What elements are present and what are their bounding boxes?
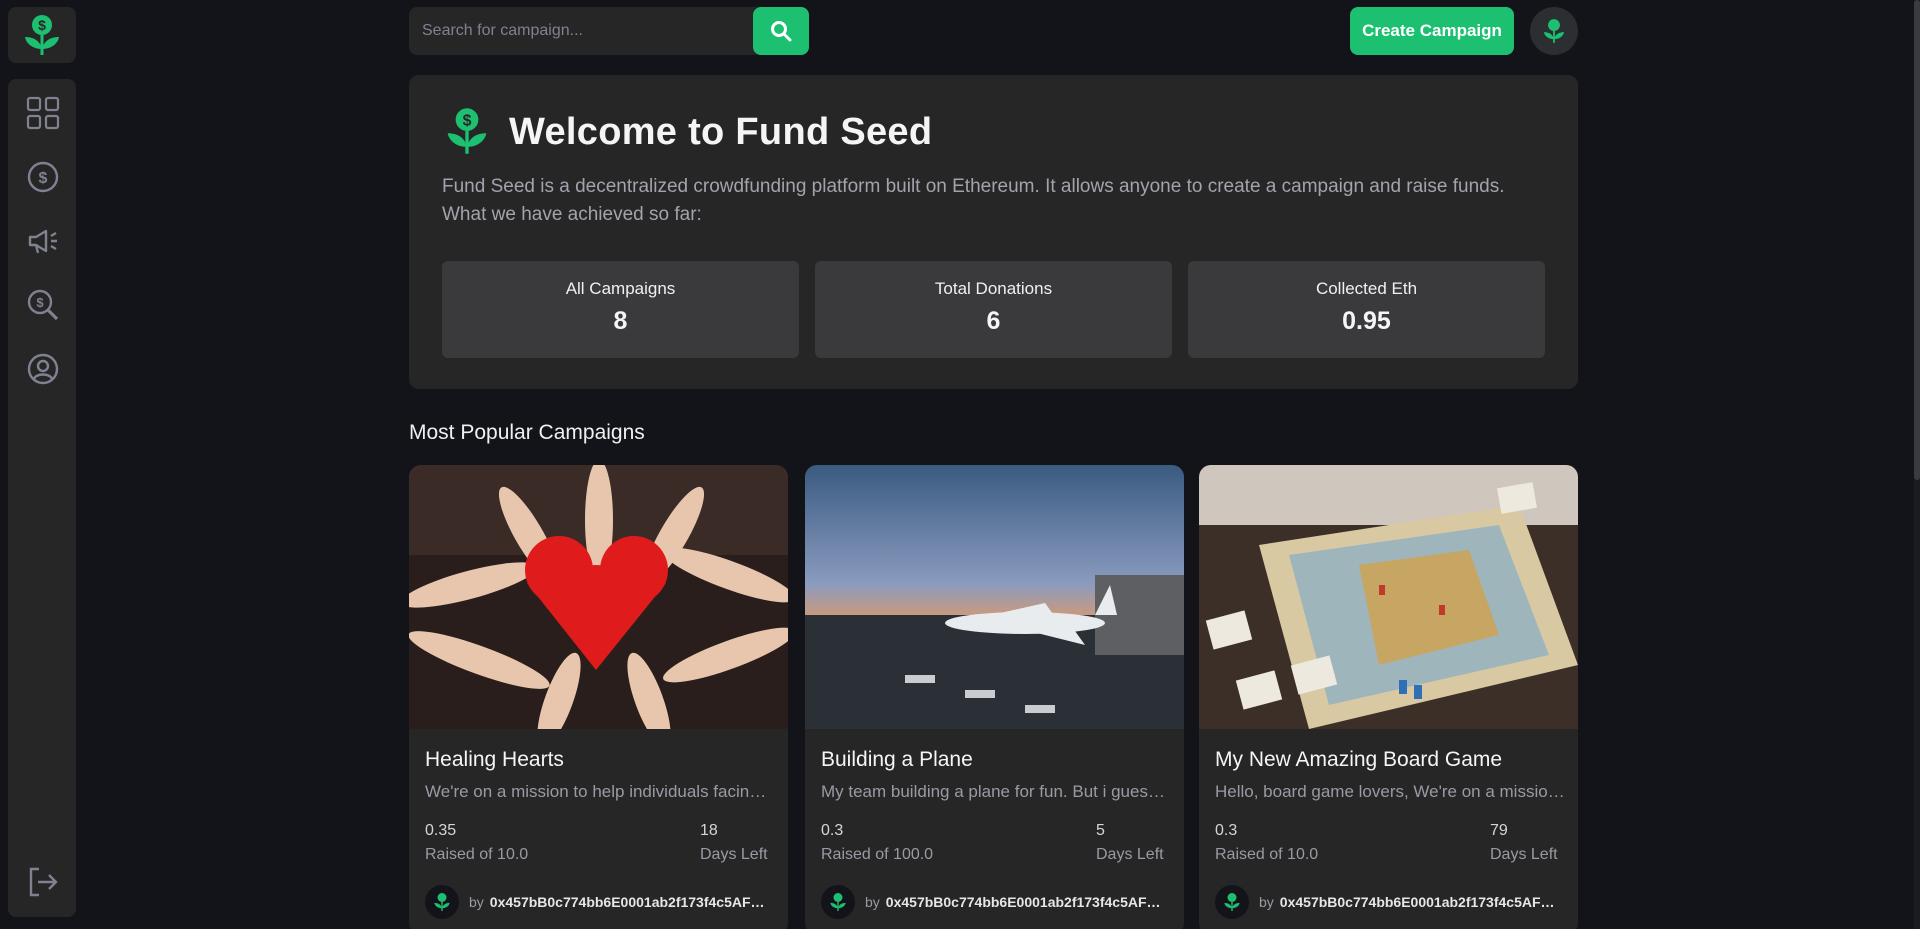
amount-raised: 0.35 <box>425 822 457 839</box>
search-input[interactable] <box>409 7 753 55</box>
search-bar <box>409 7 809 55</box>
owner-by-label: by <box>1259 894 1274 910</box>
campaign-image <box>1199 465 1578 729</box>
stat-value: 6 <box>986 307 1001 335</box>
seedling-dollar-icon <box>434 893 450 911</box>
campaign-image <box>805 465 1184 729</box>
campaign-title: Building a Plane <box>821 748 973 771</box>
search-button[interactable] <box>753 7 809 55</box>
dollar-circle-icon[interactable]: $ <box>26 160 60 194</box>
owner-address: 0x457bB0c774bb6E0001ab2f173f4c5AF5... <box>489 894 770 910</box>
search-dollar-icon[interactable]: $ <box>26 288 60 322</box>
owner-by-label: by <box>469 894 484 910</box>
svg-text:$: $ <box>39 170 48 187</box>
megaphone-icon[interactable] <box>26 224 60 258</box>
seedling-dollar-icon <box>1224 893 1240 911</box>
svg-text:$: $ <box>463 112 472 129</box>
campaign-card[interactable]: My New Amazing Board Game Hello, board g… <box>1199 465 1578 929</box>
sidebar: $ $ <box>8 79 76 917</box>
stat-value: 0.95 <box>1342 307 1391 335</box>
stat-all-campaigns: All Campaigns 8 <box>442 261 799 358</box>
owner-by-label: by <box>865 894 880 910</box>
welcome-panel: $ Welcome to Fund Seed Fund Seed is a de… <box>409 75 1578 389</box>
owner-address: 0x457bB0c774bb6E0001ab2f173f4c5AF5... <box>1279 894 1560 910</box>
owner-avatar <box>821 885 855 919</box>
owner-avatar <box>425 885 459 919</box>
seedling-dollar-icon <box>1543 19 1565 43</box>
campaign-description: We're on a mission to help individuals f… <box>425 782 775 801</box>
page-title: Welcome to Fund Seed <box>509 111 933 153</box>
owner-address: 0x457bB0c774bb6E0001ab2f173f4c5AF5... <box>885 894 1166 910</box>
campaign-title: Healing Hearts <box>425 748 564 771</box>
campaign-description: My team building a plane for fun. But i … <box>821 782 1171 801</box>
days-left-value: 5 <box>1096 822 1105 839</box>
amount-raised: 0.3 <box>821 822 844 839</box>
campaign-title: My New Amazing Board Game <box>1215 748 1503 771</box>
create-campaign-button[interactable]: Create Campaign <box>1350 7 1514 55</box>
stat-label: Total Donations <box>934 279 1053 298</box>
logo-button[interactable]: $ <box>8 7 76 63</box>
owner-avatar <box>1215 885 1249 919</box>
stat-label: Collected Eth <box>1315 279 1418 298</box>
svg-text:$: $ <box>36 295 44 310</box>
section-title: Most Popular Campaigns <box>409 421 645 444</box>
user-avatar[interactable] <box>1530 7 1578 55</box>
dashboard-grid-icon[interactable] <box>26 96 60 130</box>
days-left-label: Days Left <box>1096 846 1164 863</box>
welcome-description: Fund Seed is a decentralized crowdfundin… <box>442 176 1505 225</box>
search-icon <box>771 21 792 42</box>
svg-text:$: $ <box>38 17 46 33</box>
raised-label: Raised of 100.0 <box>821 846 934 863</box>
scrollbar-thumb[interactable] <box>1914 0 1920 480</box>
raised-label: Raised of 10.0 <box>425 846 529 863</box>
days-left-value: 18 <box>700 822 718 839</box>
campaign-image <box>409 465 788 729</box>
days-left-value: 79 <box>1490 822 1508 839</box>
stat-total-donations: Total Donations 6 <box>815 261 1172 358</box>
days-left-label: Days Left <box>700 846 768 863</box>
stat-collected-eth: Collected Eth 0.95 <box>1188 261 1545 358</box>
campaign-card[interactable]: Building a Plane My team building a plan… <box>805 465 1184 929</box>
seedling-dollar-icon: $ <box>447 108 487 154</box>
campaign-card[interactable]: Healing Hearts We're on a mission to hel… <box>409 465 788 929</box>
stat-value: 8 <box>613 307 628 335</box>
stat-label: All Campaigns <box>565 279 676 298</box>
seedling-dollar-icon: $ <box>25 15 59 55</box>
profile-icon[interactable] <box>26 352 60 386</box>
raised-label: Raised of 10.0 <box>1215 846 1319 863</box>
seedling-dollar-icon <box>830 893 846 911</box>
days-left-label: Days Left <box>1490 846 1558 863</box>
campaign-owner: by 0x457bB0c774bb6E0001ab2f173f4c5AF5... <box>1215 885 1560 919</box>
logout-icon[interactable] <box>26 865 60 899</box>
campaign-description: Hello, board game lovers, We're on a mis… <box>1215 782 1565 801</box>
scrollbar[interactable] <box>1914 0 1920 929</box>
campaign-owner: by 0x457bB0c774bb6E0001ab2f173f4c5AF5... <box>425 885 770 919</box>
campaign-owner: by 0x457bB0c774bb6E0001ab2f173f4c5AF5... <box>821 885 1166 919</box>
amount-raised: 0.3 <box>1215 822 1238 839</box>
